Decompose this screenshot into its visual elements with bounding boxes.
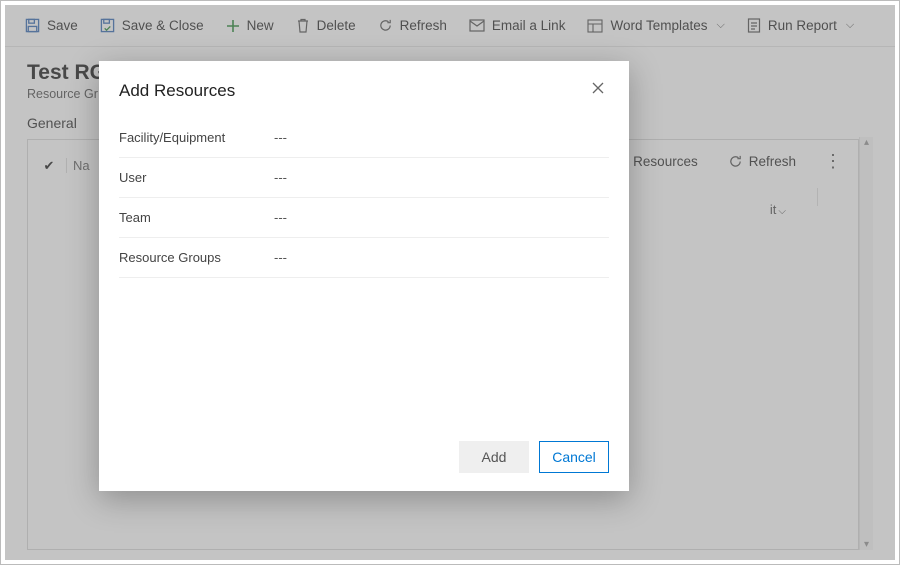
field-user[interactable]: User --- — [119, 158, 609, 198]
field-label: Facility/Equipment — [119, 130, 274, 145]
close-icon — [591, 81, 605, 95]
field-facility-equipment[interactable]: Facility/Equipment --- — [119, 118, 609, 158]
field-value: --- — [274, 170, 287, 185]
close-button[interactable] — [587, 77, 609, 104]
cancel-button[interactable]: Cancel — [539, 441, 609, 473]
field-team[interactable]: Team --- — [119, 198, 609, 238]
field-resource-groups[interactable]: Resource Groups --- — [119, 238, 609, 278]
field-value: --- — [274, 130, 287, 145]
dialog-title: Add Resources — [119, 81, 235, 101]
field-label: User — [119, 170, 274, 185]
field-label: Team — [119, 210, 274, 225]
add-button[interactable]: Add — [459, 441, 529, 473]
field-label: Resource Groups — [119, 250, 274, 265]
field-value: --- — [274, 210, 287, 225]
add-resources-dialog: Add Resources Facility/Equipment --- Use… — [99, 61, 629, 491]
field-value: --- — [274, 250, 287, 265]
